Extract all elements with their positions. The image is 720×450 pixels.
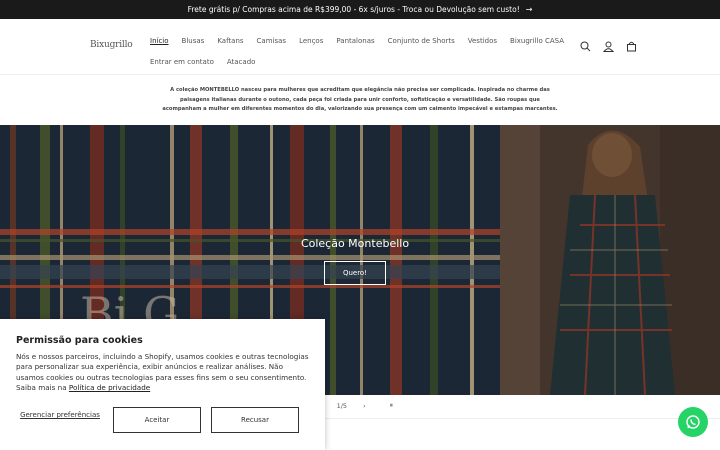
nav-item-entrar-em-contato[interactable]: Entrar em contato [150,58,214,66]
accept-button[interactable]: Aceitar [113,407,201,433]
decline-button[interactable]: Recusar [211,407,299,433]
logo[interactable]: Bixugrillo [90,40,133,50]
nav-item-conjunto-de-shorts[interactable]: Conjunto de Shorts [388,37,455,45]
whatsapp-icon[interactable] [678,407,708,437]
collection-intro: A coleção MONTEBELLO nasceu para mulhere… [162,87,558,112]
site-header: Bixugrillo Início Blusas Kaftans Camisas Len… [0,19,720,75]
cart-icon[interactable] [624,39,638,53]
search-icon[interactable] [578,39,592,53]
hero-title: Coleção Montebello [300,237,410,250]
nav-item-atacado[interactable]: Atacado [227,58,256,66]
nav-item-kaftans[interactable]: Kaftans [217,37,243,45]
announcement-bar[interactable]: Frete grátis p/ Compras acima de R$399,0… [0,0,720,19]
account-icon[interactable] [601,39,615,53]
arrow-right-icon[interactable]: → [526,5,533,14]
announcement-text: Frete grátis p/ Compras acima de R$399,0… [187,5,520,14]
nav-item-blusas[interactable]: Blusas [182,37,205,45]
next-slide-icon[interactable]: › [363,402,366,410]
cookie-body: Nós e nossos parceiros, incluindo a Shop… [16,352,309,393]
privacy-policy-link[interactable]: Política de privacidade [69,383,150,392]
header-icons [578,39,638,53]
pause-icon[interactable]: ⏸ [390,401,393,410]
nav-item-vestidos[interactable]: Vestidos [468,37,497,45]
cookie-title: Permissão para cookies [16,335,143,346]
nav-item-bixugrillo-casa[interactable]: Bixugrillo CASA [510,37,564,45]
hero-cta-button[interactable]: Quero! [324,261,386,285]
main-nav: Início Blusas Kaftans Camisas Lenços Pantalon… [150,30,564,72]
cookie-consent-banner: Permissão para cookies Nós e nossos parc… [0,319,325,450]
nav-item-camisas[interactable]: Camisas [257,37,287,45]
nav-item-in-cio[interactable]: Início [150,37,169,45]
nav-item-pantalonas[interactable]: Pantalonas [336,37,374,45]
slide-counter: 1/5 [336,401,348,410]
manage-preferences-button[interactable]: Gerenciar preferências [18,411,102,433]
slider-controls: ‹ 1/5 › ⏸ [318,401,393,410]
nav-item-len-os[interactable]: Lenços [299,37,323,45]
